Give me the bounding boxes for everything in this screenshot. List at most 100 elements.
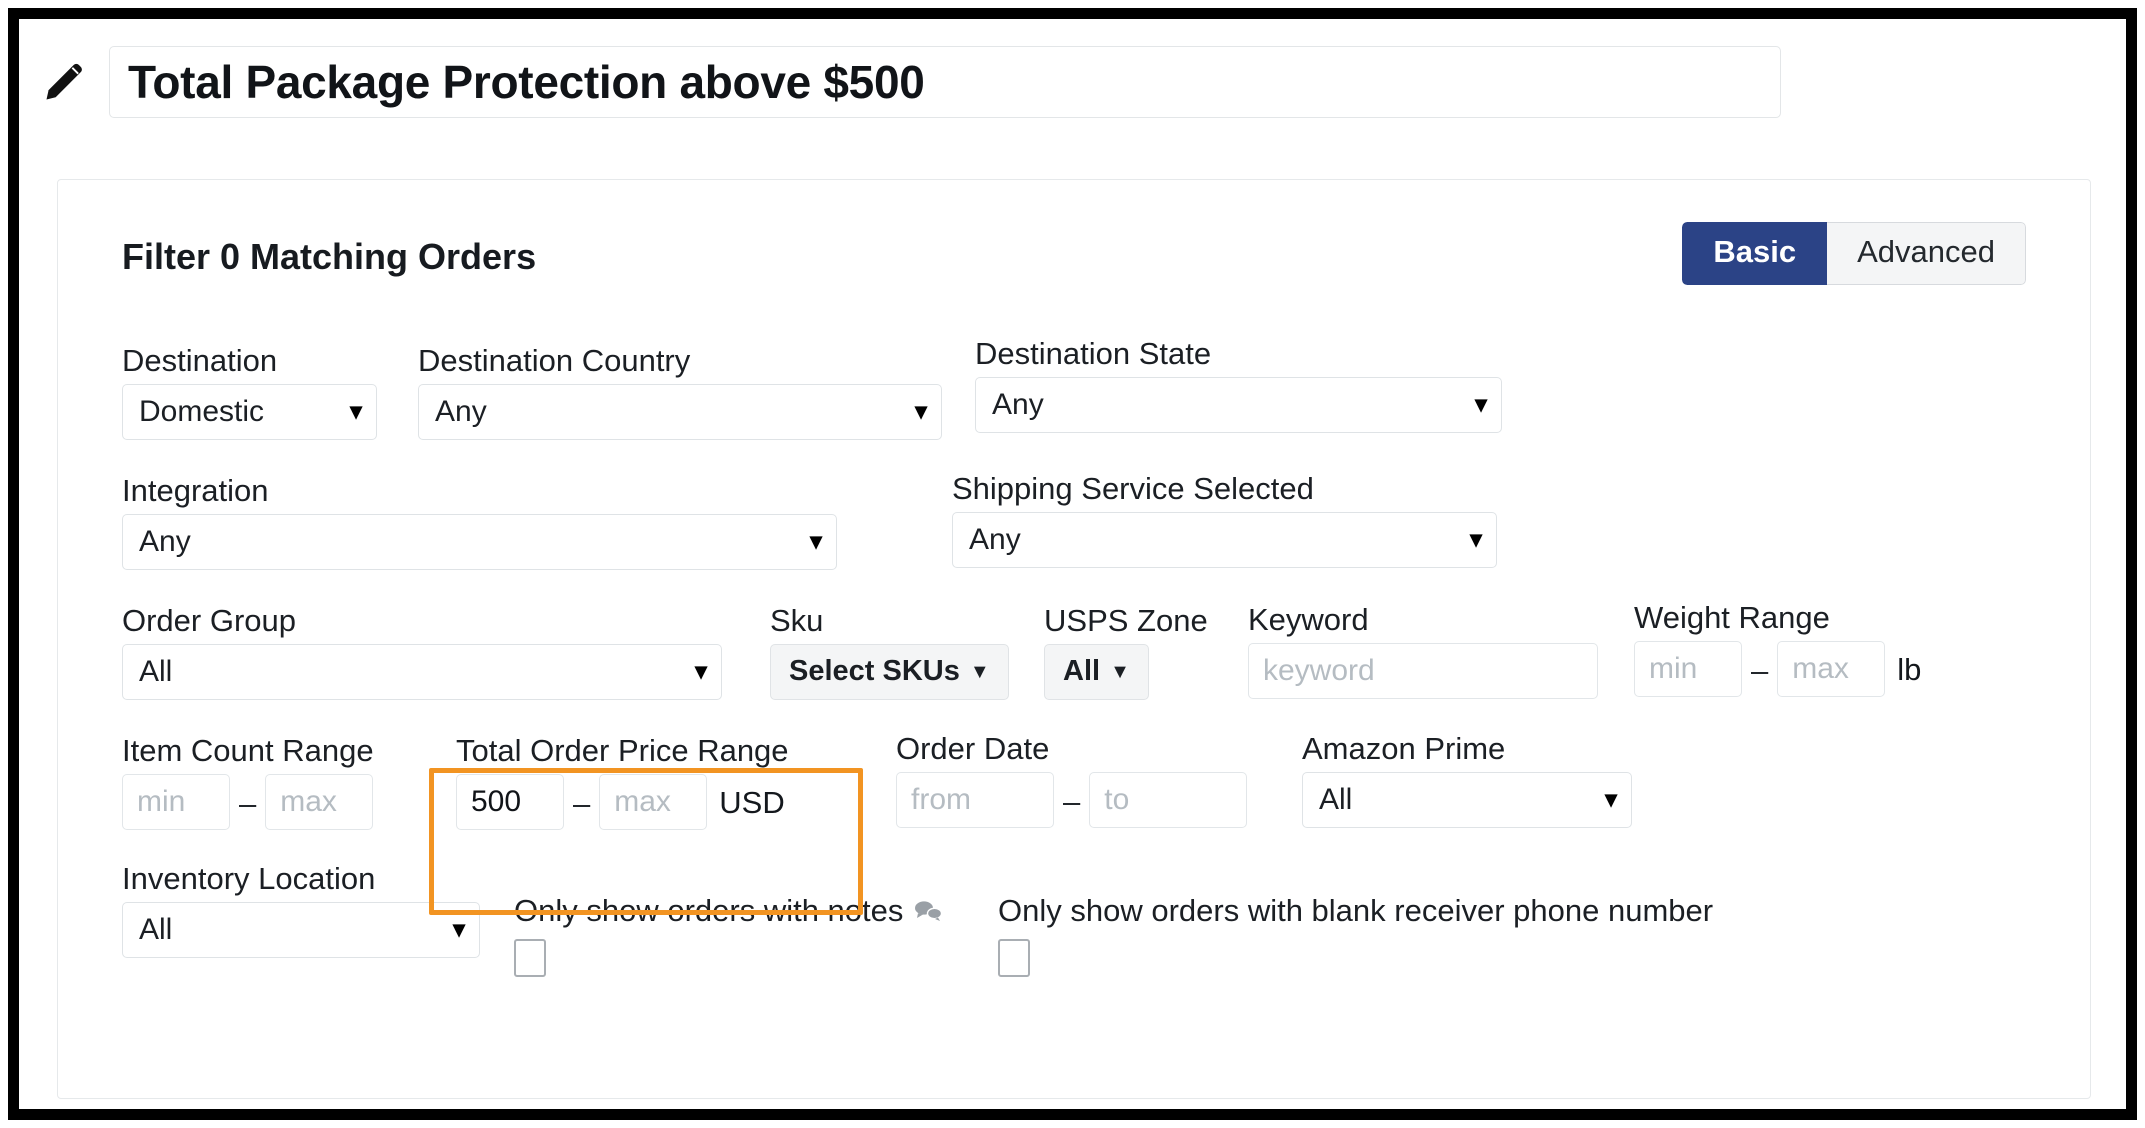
shipping-service-value: Any [969,522,1021,556]
inventory-location-select[interactable]: All ▾ [122,901,480,958]
weight-unit-label: lb [1897,652,1922,688]
filter-name-input[interactable]: Total Package Protection above $500 [109,46,1781,118]
field-item-count-range: Item Count Range min – max [122,733,374,830]
caret-down-icon: ▼ [1110,660,1130,683]
destination-value: Domestic [139,394,265,428]
usps-zone-button[interactable]: All ▼ [1044,643,1149,700]
weight-range-separator: – [1751,653,1769,689]
field-destination-state: Destination State Any ▾ [975,336,1502,433]
only-notes-checkbox[interactable] [514,939,546,977]
item-count-range-separator: – [239,786,257,822]
only-blank-phone-checkbox[interactable] [998,939,1030,977]
only-notes-text: Only show orders with notes [514,893,904,928]
only-blank-phone-label: Only show orders with blank receiver pho… [998,893,1713,929]
usps-zone-label: USPS Zone [1044,603,1208,638]
field-usps-zone: USPS Zone All ▼ [1044,603,1208,700]
field-keyword: Keyword keyword [1248,602,1598,699]
shipping-service-select[interactable]: Any ▾ [952,511,1497,568]
inventory-location-label: Inventory Location [122,861,376,896]
field-integration: Integration Any ▾ [122,473,837,570]
select-skus-button[interactable]: Select SKUs ▼ [770,643,1009,700]
only-notes-label: Only show orders with notes [514,893,943,929]
item-count-range-label: Item Count Range [122,733,374,768]
filter-card: Filter 0 Matching Orders Basic Advanced … [57,179,2091,1099]
only-blank-phone-text: Only show orders with blank receiver pho… [998,893,1714,928]
destination-country-value: Any [435,394,487,428]
item-count-min-input[interactable]: min [122,773,230,830]
chevron-down-icon: ▾ [914,397,927,425]
order-group-label: Order Group [122,603,297,638]
total-price-currency-label: USD [719,785,785,821]
title-row: Total Package Protection above $500 [37,41,2097,123]
integration-label: Integration [122,473,269,508]
amazon-prime-value: All [1319,782,1353,816]
filter-heading: Filter 0 Matching Orders [122,236,537,277]
weight-min-input[interactable]: min [1634,640,1742,697]
integration-select[interactable]: Any ▾ [122,513,837,570]
total-price-range-separator: – [573,786,591,822]
order-date-from-input[interactable]: from [896,771,1054,828]
chevron-down-icon: ▾ [1604,785,1617,813]
tab-basic[interactable]: Basic [1682,222,1828,285]
keyword-label: Keyword [1248,602,1369,637]
destination-select[interactable]: Domestic ▾ [122,383,377,440]
destination-country-label: Destination Country [418,343,691,378]
usps-zone-value: All [1063,655,1101,688]
chevron-down-icon: ▾ [694,657,707,685]
order-date-to-input[interactable]: to [1089,771,1248,828]
keyword-input[interactable]: keyword [1248,642,1598,699]
total-order-price-range-label: Total Order Price Range [456,733,789,768]
field-shipping-service-selected: Shipping Service Selected Any ▾ [952,471,1497,568]
field-destination-country: Destination Country Any ▾ [418,343,942,440]
weight-range-controls: min – max lb [1634,640,1922,697]
field-inventory-location: Inventory Location All ▾ [122,861,480,958]
filter-mode-toggle: Basic Advanced [1682,222,2026,285]
field-only-blank-phone: Only show orders with blank receiver pho… [998,893,1713,977]
filter-name-value: Total Package Protection above $500 [128,56,925,108]
total-price-max-input[interactable]: max [599,773,708,830]
pencil-icon[interactable] [37,55,91,109]
weight-max-input[interactable]: max [1777,640,1886,697]
order-group-value: All [139,654,173,688]
field-total-order-price-range: Total Order Price Range 500 – max USD [456,733,789,830]
chevron-down-icon: ▾ [1474,390,1487,418]
chevron-down-icon: ▾ [349,397,362,425]
field-only-notes: Only show orders with notes [514,893,943,977]
amazon-prime-label: Amazon Prime [1302,731,1506,766]
order-date-controls: from – to [896,771,1248,828]
order-date-separator: – [1063,784,1081,820]
chevron-down-icon: ▾ [809,527,822,555]
order-group-select[interactable]: All ▾ [122,643,722,700]
integration-value: Any [139,524,191,558]
total-order-price-range-controls: 500 – max USD [456,773,789,830]
filter-card-header: Filter 0 Matching Orders Basic Advanced [122,222,2026,294]
field-order-date: Order Date from – to [896,731,1248,828]
chevron-down-icon: ▾ [1469,525,1482,553]
field-amazon-prime: Amazon Prime All ▾ [1302,731,1632,828]
destination-state-select[interactable]: Any ▾ [975,376,1502,433]
total-price-min-input[interactable]: 500 [456,773,564,830]
destination-state-value: Any [992,387,1044,421]
caret-down-icon: ▼ [969,660,990,683]
order-date-label: Order Date [896,731,1050,766]
comments-icon [913,899,943,923]
field-sku: Sku Select SKUs ▼ [770,603,1009,700]
amazon-prime-select[interactable]: All ▾ [1302,771,1632,828]
select-skus-label: Select SKUs [789,655,960,688]
tab-advanced[interactable]: Advanced [1827,222,2026,285]
sku-label: Sku [770,603,824,638]
inventory-location-value: All [139,912,173,946]
chevron-down-icon: ▾ [452,915,465,943]
weight-range-label: Weight Range [1634,600,1830,635]
field-order-group: Order Group All ▾ [122,603,722,700]
item-count-range-controls: min – max [122,773,374,830]
field-weight-range: Weight Range min – max lb [1634,600,1922,697]
field-destination: Destination Domestic ▾ [122,343,377,440]
destination-label: Destination [122,343,278,378]
page-body: Total Package Protection above $500 Filt… [19,19,2126,1109]
destination-country-select[interactable]: Any ▾ [418,383,942,440]
shipping-service-label: Shipping Service Selected [952,471,1314,506]
destination-state-label: Destination State [975,336,1212,371]
item-count-max-input[interactable]: max [265,773,374,830]
window-frame: Total Package Protection above $500 Filt… [8,8,2137,1120]
